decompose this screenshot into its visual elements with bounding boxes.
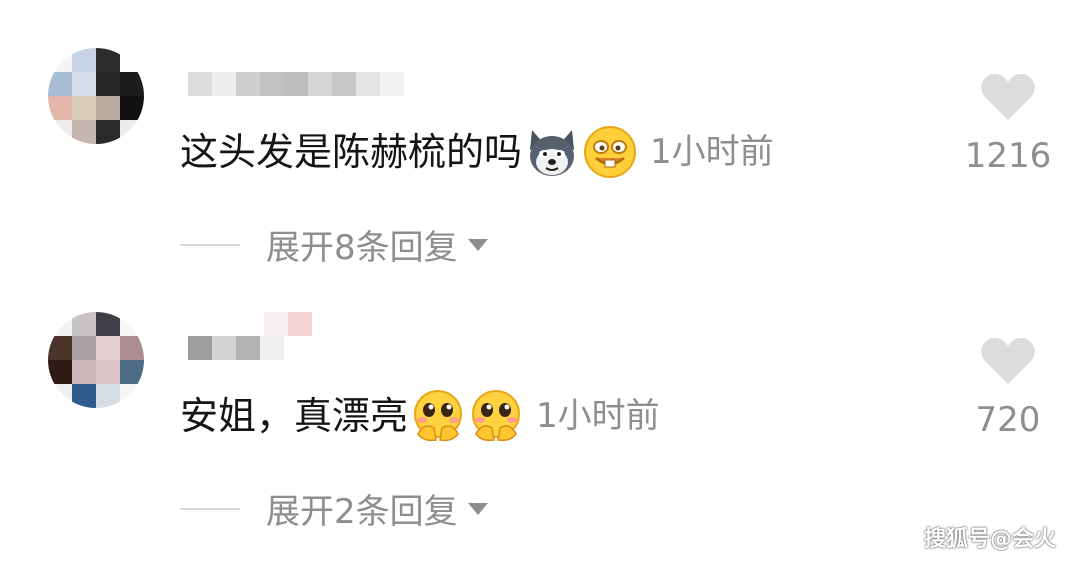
like-count: 720 (975, 400, 1041, 440)
husky-dog-emoji (530, 130, 575, 176)
comment-content: 这头发是陈赫梳的吗 1小时前 (180, 124, 774, 180)
comment-content: 安姐，真漂亮 1小时前 (180, 388, 660, 444)
divider-line (180, 243, 240, 246)
pleading-hands-emoji (414, 390, 463, 442)
expand-replies-button[interactable]: 展开8条回复 (180, 220, 488, 269)
comment-text: 安姐，真漂亮 (180, 394, 409, 438)
caret-down-icon (467, 238, 488, 251)
expand-replies-label: 展开8条回复 (266, 228, 458, 268)
caret-down-icon (467, 502, 488, 515)
comment-time: 1小时前 (536, 396, 660, 436)
like-count: 1216 (964, 136, 1052, 176)
heart-icon[interactable] (980, 336, 1036, 386)
expand-replies-label: 展开2条回复 (266, 492, 458, 532)
pleading-hands-emoji (472, 390, 521, 442)
avatar[interactable] (48, 48, 144, 144)
grinning-buck-teeth-emoji (584, 126, 637, 178)
avatar[interactable] (48, 312, 144, 408)
like-button[interactable]: 720 (948, 336, 1068, 440)
comment-text: 这头发是陈赫梳的吗 (180, 130, 523, 174)
username-blurred[interactable] (188, 336, 284, 360)
username-blurred[interactable] (188, 72, 404, 96)
expand-replies-button[interactable]: 展开2条回复 (180, 484, 488, 533)
divider-line (180, 507, 240, 510)
heart-icon[interactable] (980, 72, 1036, 122)
username-blurred-accent (264, 312, 312, 336)
watermark: 搜狐号@会火 (923, 527, 1056, 552)
like-button[interactable]: 1216 (948, 72, 1068, 176)
comment-time: 1小时前 (650, 132, 774, 172)
